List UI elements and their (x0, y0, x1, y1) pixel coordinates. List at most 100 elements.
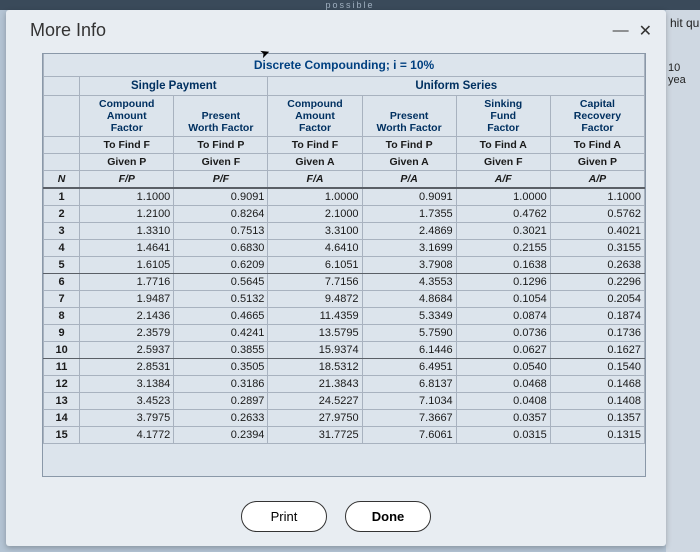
background-right-panel: hit qu 10 yea (666, 10, 700, 552)
cell-value: 7.7156 (268, 274, 362, 291)
cell-value: 1.0000 (268, 188, 362, 206)
cell-value: 0.5132 (174, 291, 268, 308)
cell-value: 0.1054 (456, 291, 550, 308)
cell-n: 14 (44, 410, 80, 427)
col-header-2: CompoundAmountFactor (268, 96, 362, 137)
cell-value: 0.2394 (174, 427, 268, 444)
col-sub1-4: To Find A (456, 137, 550, 154)
cell-value: 18.5312 (268, 359, 362, 376)
col-sub3-5: A/P (550, 171, 644, 189)
cell-value: 1.2100 (80, 206, 174, 223)
col-sub1-1: To Find P (174, 137, 268, 154)
cell-value: 15.9374 (268, 342, 362, 359)
cell-n: 4 (44, 240, 80, 257)
cell-value: 0.9091 (362, 188, 456, 206)
print-button[interactable]: Print (241, 501, 327, 532)
cell-n: 9 (44, 325, 80, 342)
col-sub2-0: Given P (80, 154, 174, 171)
cell-value: 1.4641 (80, 240, 174, 257)
col-sub2-3: Given A (362, 154, 456, 171)
cell-value: 0.1638 (456, 257, 550, 274)
cell-value: 0.0408 (456, 393, 550, 410)
cell-value: 0.4762 (456, 206, 550, 223)
cell-n: 13 (44, 393, 80, 410)
cell-value: 21.3843 (268, 376, 362, 393)
bg-text-2: 10 yea (668, 62, 700, 86)
more-info-dialog: More Info — ✕ ➤ Discrete Compounding; i … (6, 10, 666, 546)
cell-value: 6.1051 (268, 257, 362, 274)
table-row: 154.17720.239431.77257.60610.03150.1315 (44, 427, 645, 444)
col-header-5: CapitalRecoveryFactor (550, 96, 644, 137)
hdr-blank (44, 96, 80, 137)
cell-n: 2 (44, 206, 80, 223)
cell-n: 11 (44, 359, 80, 376)
cell-value: 0.3855 (174, 342, 268, 359)
cell-value: 5.3349 (362, 308, 456, 325)
cell-value: 0.0627 (456, 342, 550, 359)
col-sub1-3: To Find P (362, 137, 456, 154)
cell-value: 0.3155 (550, 240, 644, 257)
cell-value: 0.4021 (550, 223, 644, 240)
s2-blank (44, 154, 80, 171)
table-row: 51.61050.62096.10513.79080.16380.2638 (44, 257, 645, 274)
cell-value: 0.5645 (174, 274, 268, 291)
cell-value: 0.4665 (174, 308, 268, 325)
cell-value: 0.9091 (174, 188, 268, 206)
cell-value: 0.1468 (550, 376, 644, 393)
cell-n: 8 (44, 308, 80, 325)
table-row: 92.35790.424113.57955.75900.07360.1736 (44, 325, 645, 342)
cell-value: 7.3667 (362, 410, 456, 427)
cell-value: 1.1000 (550, 188, 644, 206)
cell-value: 2.3579 (80, 325, 174, 342)
cell-value: 1.3310 (80, 223, 174, 240)
cell-value: 0.2897 (174, 393, 268, 410)
cell-value: 0.3505 (174, 359, 268, 376)
cell-value: 0.2054 (550, 291, 644, 308)
cell-value: 0.1357 (550, 410, 644, 427)
cell-value: 1.7355 (362, 206, 456, 223)
cell-value: 4.8684 (362, 291, 456, 308)
col-sub1-2: To Find F (268, 137, 362, 154)
col-sub3-4: A/F (456, 171, 550, 189)
col-sub2-4: Given F (456, 154, 550, 171)
minimize-button[interactable]: — (613, 22, 629, 40)
cell-value: 24.5227 (268, 393, 362, 410)
cell-value: 6.4951 (362, 359, 456, 376)
cell-n: 1 (44, 188, 80, 206)
cell-value: 2.4869 (362, 223, 456, 240)
cell-value: 4.1772 (80, 427, 174, 444)
cell-value: 0.3186 (174, 376, 268, 393)
cell-value: 3.7908 (362, 257, 456, 274)
background-tab-label: possible (0, 0, 700, 10)
cell-n: 12 (44, 376, 80, 393)
cell-value: 31.7725 (268, 427, 362, 444)
group-uniform-series: Uniform Series (268, 77, 645, 96)
done-button[interactable]: Done (345, 501, 431, 532)
cell-value: 0.1296 (456, 274, 550, 291)
col-header-1: PresentWorth Factor (174, 96, 268, 137)
cell-value: 27.9750 (268, 410, 362, 427)
col-n-label: N (44, 171, 80, 189)
col-sub2-2: Given A (268, 154, 362, 171)
cell-value: 7.1034 (362, 393, 456, 410)
close-button[interactable]: ✕ (639, 21, 652, 41)
col-sub3-2: F/A (268, 171, 362, 189)
cell-value: 2.1436 (80, 308, 174, 325)
cell-value: 0.0736 (456, 325, 550, 342)
factor-table-container[interactable]: Discrete Compounding; i = 10% Single Pay… (42, 53, 646, 477)
cell-value: 0.4241 (174, 325, 268, 342)
table-row: 41.46410.68304.64103.16990.21550.3155 (44, 240, 645, 257)
table-row: 21.21000.82642.10001.73550.47620.5762 (44, 206, 645, 223)
table-row: 11.10000.90911.00000.90911.00001.1000 (44, 188, 645, 206)
cell-value: 0.0315 (456, 427, 550, 444)
cell-value: 6.8137 (362, 376, 456, 393)
col-header-0: CompoundAmountFactor (80, 96, 174, 137)
cell-value: 3.4523 (80, 393, 174, 410)
cell-value: 0.5762 (550, 206, 644, 223)
cell-value: 3.3100 (268, 223, 362, 240)
cell-value: 1.0000 (456, 188, 550, 206)
cell-value: 0.3021 (456, 223, 550, 240)
col-header-3: PresentWorth Factor (362, 96, 456, 137)
cell-n: 5 (44, 257, 80, 274)
table-row: 102.59370.385515.93746.14460.06270.1627 (44, 342, 645, 359)
